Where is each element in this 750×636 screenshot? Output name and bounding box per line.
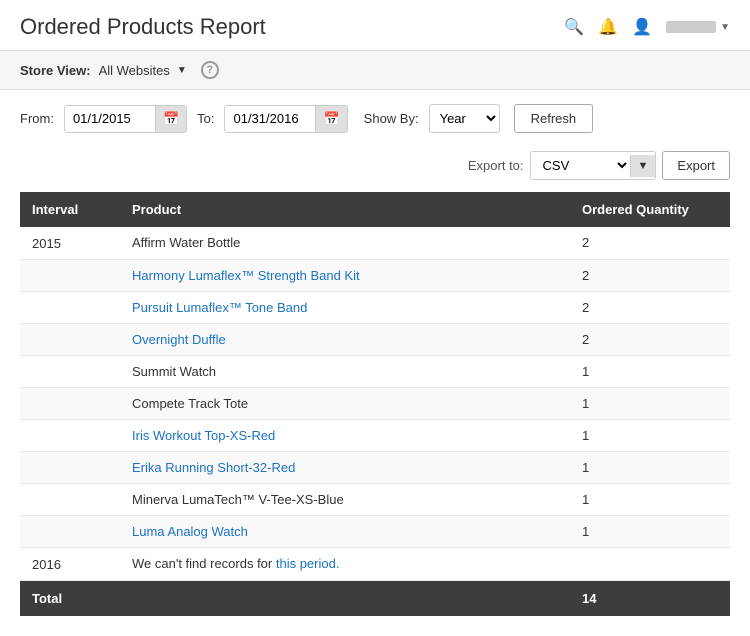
col-qty: Ordered Quantity [570, 192, 730, 227]
to-label: To: [197, 111, 214, 126]
cell-product: Affirm Water Bottle [120, 227, 570, 260]
cell-qty: 2 [570, 227, 730, 260]
cell-qty: 1 [570, 452, 730, 484]
from-calendar-icon[interactable]: 📅 [155, 106, 186, 132]
export-to-label: Export to: [468, 158, 524, 173]
product-link[interactable]: Iris Workout Top-XS-Red [132, 428, 275, 443]
filter-bar: From: 📅 To: 📅 Show By: Year Month Day Re… [0, 90, 750, 147]
cell-no-records-message: We can't find records for this period. [120, 548, 570, 581]
table-row: 2015Affirm Water Bottle2 [20, 227, 730, 260]
table-footer-row: Total 14 [20, 581, 730, 617]
cell-interval: 2015 [20, 227, 120, 260]
export-format-dropdown-btn[interactable]: ▼ [630, 155, 656, 177]
product-link[interactable]: Pursuit Lumaflex™ Tone Band [132, 300, 307, 315]
cell-interval [20, 420, 120, 452]
table-row: Harmony Lumaflex™ Strength Band Kit 2 [20, 260, 730, 292]
ordered-products-table: Interval Product Ordered Quantity 2015Af… [20, 192, 730, 616]
cell-interval [20, 356, 120, 388]
product-link[interactable]: Luma Analog Watch [132, 524, 248, 539]
no-records-text: We can't find records for [132, 556, 276, 571]
cell-product[interactable]: Iris Workout Top-XS-Red [120, 420, 570, 452]
cell-interval [20, 292, 120, 324]
cell-product[interactable]: Erika Running Short-32-Red [120, 452, 570, 484]
cell-product[interactable]: Luma Analog Watch [120, 516, 570, 548]
table-row: Minerva LumaTech™ V-Tee-XS-Blue1 [20, 484, 730, 516]
cell-product[interactable]: Pursuit Lumaflex™ Tone Band [120, 292, 570, 324]
cell-qty: 1 [570, 420, 730, 452]
this-period-link[interactable]: this period. [276, 556, 340, 571]
table-row: Erika Running Short-32-Red 1 [20, 452, 730, 484]
header: Ordered Products Report 🔍 🔔 👤 ▼ [0, 0, 750, 51]
col-product: Product [120, 192, 570, 227]
store-view-bar: Store View: All Websites ▼ ? [0, 51, 750, 90]
cell-product: Compete Track Tote [120, 388, 570, 420]
cell-interval [20, 388, 120, 420]
footer-total-qty: 14 [570, 581, 730, 617]
export-bar: Export to: CSV Excel XML ▼ Export [0, 147, 750, 192]
table-row-no-records: 2016We can't find records for this perio… [20, 548, 730, 581]
product-link[interactable]: Overnight Duffle [132, 332, 226, 347]
footer-empty [120, 581, 570, 617]
cell-product: Summit Watch [120, 356, 570, 388]
bell-icon[interactable]: 🔔 [598, 17, 618, 37]
show-by-label: Show By: [364, 111, 419, 126]
cell-qty: 2 [570, 260, 730, 292]
show-by-select[interactable]: Year Month Day [429, 104, 500, 133]
product-link[interactable]: Erika Running Short-32-Red [132, 460, 295, 475]
cell-interval [20, 516, 120, 548]
to-date-input-wrap: 📅 [224, 105, 347, 133]
table-row: Summit Watch1 [20, 356, 730, 388]
to-calendar-icon[interactable]: 📅 [315, 106, 346, 132]
cell-qty: 1 [570, 484, 730, 516]
store-view-dropdown-arrow: ▼ [177, 65, 187, 76]
from-date-input-wrap: 📅 [64, 105, 187, 133]
user-menu[interactable]: ▼ [666, 21, 730, 33]
cell-interval [20, 260, 120, 292]
search-icon[interactable]: 🔍 [564, 17, 584, 37]
table-row: Luma Analog Watch 1 [20, 516, 730, 548]
cell-interval [20, 452, 120, 484]
table-header-row: Interval Product Ordered Quantity [20, 192, 730, 227]
header-actions: 🔍 🔔 👤 ▼ [564, 17, 730, 37]
page-title: Ordered Products Report [20, 14, 266, 40]
table-container: Interval Product Ordered Quantity 2015Af… [0, 192, 750, 636]
refresh-button[interactable]: Refresh [514, 104, 594, 133]
store-view-label: Store View: [20, 63, 91, 78]
store-view-value: All Websites [99, 63, 170, 78]
cell-qty: 1 [570, 388, 730, 420]
footer-total-label: Total [20, 581, 120, 617]
export-format-select[interactable]: CSV Excel XML [531, 152, 630, 179]
user-dropdown-arrow: ▼ [720, 22, 730, 33]
cell-qty: 2 [570, 324, 730, 356]
cell-qty: 2 [570, 292, 730, 324]
table-row: Compete Track Tote1 [20, 388, 730, 420]
cell-qty: 1 [570, 356, 730, 388]
cell-product: Minerva LumaTech™ V-Tee-XS-Blue [120, 484, 570, 516]
export-format-wrap: CSV Excel XML ▼ [530, 151, 657, 180]
from-label: From: [20, 111, 54, 126]
user-icon[interactable]: 👤 [632, 17, 652, 37]
table-row: Overnight Duffle 2 [20, 324, 730, 356]
product-link[interactable]: Harmony Lumaflex™ Strength Band Kit [132, 268, 360, 283]
cell-qty: 1 [570, 516, 730, 548]
cell-qty-empty [570, 548, 730, 581]
table-row: Iris Workout Top-XS-Red 1 [20, 420, 730, 452]
export-button[interactable]: Export [662, 151, 730, 180]
from-date-input[interactable] [65, 106, 155, 131]
cell-interval [20, 324, 120, 356]
to-date-input[interactable] [225, 106, 315, 131]
col-interval: Interval [20, 192, 120, 227]
cell-interval-2016: 2016 [20, 548, 120, 581]
cell-product[interactable]: Harmony Lumaflex™ Strength Band Kit [120, 260, 570, 292]
cell-interval [20, 484, 120, 516]
store-view-select[interactable]: All Websites ▼ [99, 63, 187, 78]
cell-product[interactable]: Overnight Duffle [120, 324, 570, 356]
table-row: Pursuit Lumaflex™ Tone Band 2 [20, 292, 730, 324]
help-icon[interactable]: ? [201, 61, 219, 79]
username-placeholder [666, 21, 716, 33]
